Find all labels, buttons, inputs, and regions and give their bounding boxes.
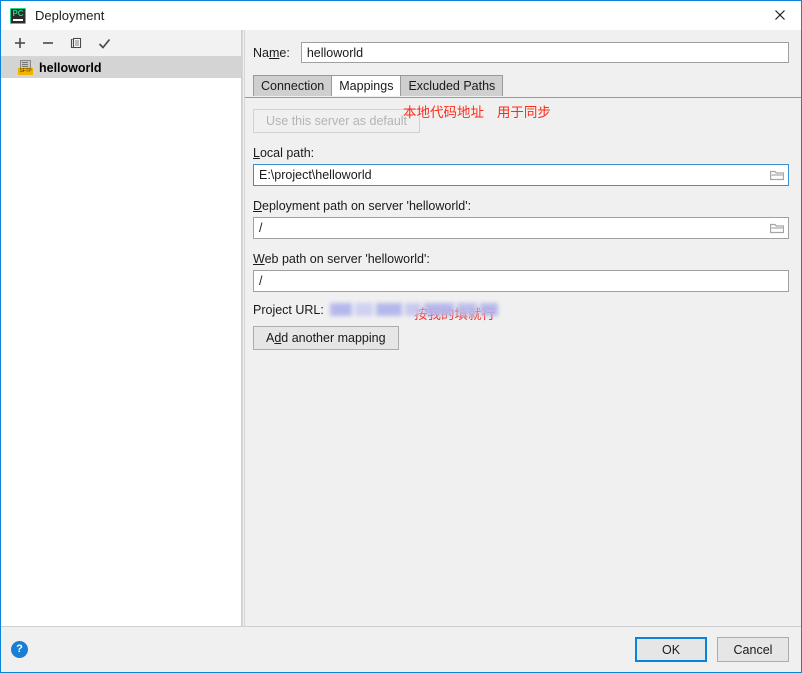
window-title: Deployment (35, 8, 105, 23)
server-item-label: helloworld (39, 60, 102, 75)
ok-button[interactable]: OK (635, 637, 707, 662)
deployment-path-value: / (259, 221, 263, 235)
plus-icon (15, 38, 25, 48)
help-icon[interactable]: ? (11, 641, 28, 658)
server-list-pane: SFTP helloworld (1, 30, 242, 626)
web-path-label: Web path on server 'helloworld': (253, 252, 430, 266)
cancel-button[interactable]: Cancel (717, 637, 789, 662)
server-list[interactable]: SFTP helloworld (1, 57, 241, 626)
server-list-toolbar (1, 30, 241, 57)
web-path-value: / (259, 274, 263, 288)
pycharm-icon-text: PC (12, 8, 24, 18)
name-row: Name: helloworld (245, 30, 801, 63)
list-item-helloworld[interactable]: SFTP helloworld (1, 57, 241, 78)
folder-browse-icon (770, 170, 784, 181)
mappings-panel: Use this server as default Local path: 本… (245, 97, 801, 626)
project-url-redacted-value (329, 302, 501, 317)
copy-server-button[interactable] (63, 32, 89, 54)
local-path-annotation: 本地代码地址 用于同步 (403, 105, 551, 121)
tab-connection[interactable]: Connection (253, 75, 333, 96)
use-this-server-as-default-button: Use this server as default (253, 109, 421, 133)
name-label: Name: (253, 45, 290, 60)
add-server-button[interactable] (7, 32, 33, 54)
local-path-value: E:\project\helloworld (259, 168, 372, 182)
close-button[interactable] (759, 1, 801, 29)
add-another-mapping-button[interactable]: Add another mapping (253, 326, 399, 350)
check-icon (98, 38, 110, 49)
project-url-row: Project URL: (253, 301, 789, 318)
set-default-server-button[interactable] (91, 32, 117, 54)
project-url-label: Project URL: (253, 302, 324, 317)
dialog-footer: ? OK Cancel (1, 626, 801, 672)
deployment-path-input[interactable]: / 按我的填就行 (253, 217, 789, 323)
local-path-label: Local path: (253, 146, 315, 160)
folder-browse-icon (770, 223, 784, 234)
tab-excluded-paths[interactable]: Excluded Paths (400, 75, 504, 96)
deployment-dialog: PC Deployment SFTP helloworld Name: hell… (0, 0, 802, 673)
add-mapping-row: Add another mapping (253, 326, 789, 350)
pycharm-icon: PC (10, 7, 26, 24)
copy-icon (70, 37, 82, 49)
minus-icon (43, 42, 53, 44)
sftp-icon: SFTP (18, 59, 34, 76)
tabs-container: Connection Mappings Excluded Paths (245, 63, 801, 96)
close-icon (775, 10, 785, 20)
pycharm-icon-bar (13, 19, 23, 21)
deployment-path-label: Deployment path on server 'helloworld': (253, 199, 472, 213)
folder-icon[interactable] (766, 222, 788, 234)
local-path-input[interactable]: E:\project\helloworld (253, 164, 789, 186)
web-path-input[interactable]: / (253, 270, 789, 292)
dialog-body: SFTP helloworld Name: helloworld Connect… (1, 30, 801, 626)
tab-mappings[interactable]: Mappings (331, 75, 402, 96)
remove-server-button[interactable] (35, 32, 61, 54)
server-settings-pane: Name: helloworld Connection Mappings Exc… (245, 30, 801, 626)
folder-icon[interactable] (766, 169, 788, 181)
name-input[interactable]: helloworld (300, 42, 789, 63)
name-input-value: helloworld (306, 45, 364, 60)
sftp-badge-label: SFTP (18, 67, 33, 75)
title-bar: PC Deployment (1, 1, 801, 30)
tab-bar: Connection Mappings Excluded Paths (253, 75, 801, 96)
